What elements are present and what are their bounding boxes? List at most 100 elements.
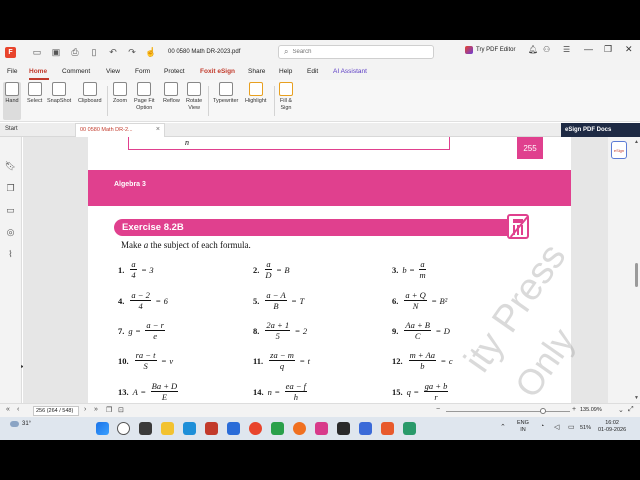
fit-page-icon[interactable]: ⊡ [118, 406, 124, 414]
weather-widget[interactable]: 31° [10, 421, 31, 427]
clock[interactable]: 16:02 01-09-2026 [598, 420, 626, 434]
menu-view[interactable]: View [106, 68, 120, 75]
app-pink-icon[interactable] [315, 422, 328, 435]
problem-number: 5. [253, 295, 260, 306]
input-language[interactable]: ENG IN [517, 420, 529, 434]
highlight-icon [248, 82, 263, 96]
page-number-field[interactable]: 256 (264 / 548) [33, 406, 79, 416]
menu-ai-assistant[interactable]: AI Assistant [333, 68, 367, 75]
volume-icon[interactable]: ◁ [554, 423, 559, 431]
account-icon[interactable]: ⚇ [543, 45, 550, 54]
save-icon[interactable]: ▣ [49, 45, 63, 59]
menu-file[interactable]: File [7, 68, 17, 75]
clipboard-icon [82, 82, 97, 96]
open-folder-icon[interactable]: ▭ [30, 45, 44, 59]
fullscreen-icon[interactable]: ⤢ [628, 406, 634, 414]
first-page-icon[interactable]: « [6, 406, 10, 413]
instruction-text: Make a the subject of each formula. [121, 240, 251, 250]
tray-overflow-icon[interactable]: ⌃ [500, 423, 506, 431]
app-green-icon[interactable] [271, 422, 284, 435]
zoom-slider-track[interactable] [446, 411, 570, 412]
zoom-slider-knob[interactable] [540, 408, 546, 414]
minimize-button[interactable]: — [584, 44, 593, 54]
undo-icon[interactable]: ↶ [106, 45, 120, 59]
close-button[interactable]: ✕ [625, 44, 633, 55]
problem-number: 7. [118, 325, 125, 336]
bell-icon[interactable]: 🔔︎ [528, 45, 538, 54]
fraction: am [419, 259, 426, 280]
close-tab-icon[interactable]: × [156, 126, 160, 133]
bookmark-icon[interactable]: 🔖︎ [5, 161, 16, 172]
zoom-in-icon[interactable]: + [572, 406, 576, 413]
snapshot-button[interactable]: SnapShot [47, 82, 71, 105]
app-blue-icon[interactable] [227, 422, 240, 435]
start-button[interactable] [96, 422, 109, 435]
prev-page-icon[interactable]: ‹ [17, 406, 19, 413]
pages-icon[interactable]: ❐ [5, 183, 16, 194]
menu-comment[interactable]: Comment [62, 68, 90, 75]
zoom-button[interactable]: Zoom [113, 82, 127, 105]
redo-icon[interactable]: ↷ [125, 45, 139, 59]
search-taskbar-icon[interactable] [117, 422, 130, 435]
task-view-icon[interactable] [139, 422, 152, 435]
document-viewport[interactable]: n 255 Algebra 3 Exercise 8.2B Make a the… [23, 137, 608, 403]
app-l-icon[interactable] [205, 422, 218, 435]
esign-banner[interactable]: eSign PDF Docs [561, 123, 640, 137]
highlight-button[interactable]: Highlight [245, 82, 266, 105]
chrome-icon[interactable] [249, 422, 262, 435]
copy-icon[interactable]: ❐ [106, 406, 112, 414]
clipboard-button[interactable]: Clipboard [78, 82, 102, 105]
wifi-icon[interactable]: ◔ [540, 423, 544, 430]
edge-icon[interactable] [183, 422, 196, 435]
new-doc-icon[interactable]: ▯ [87, 45, 101, 59]
menu-edit[interactable]: Edit [307, 68, 318, 75]
scroll-thumb[interactable] [635, 263, 638, 287]
menu-foxit-esign[interactable]: Foxit eSign [200, 68, 235, 75]
left-sidebar: 🔖︎ ❐ ▭ ◎ ⌇ ▸ [0, 137, 24, 403]
reflow-button[interactable]: Reflow [163, 82, 180, 105]
fill-sign-button[interactable]: Fill & Sign [279, 82, 293, 112]
zoom-out-icon[interactable]: − [436, 406, 440, 413]
vertical-scrollbar[interactable]: ▲ ▼ [633, 137, 640, 403]
attachment-icon[interactable]: ⌇ [5, 249, 16, 260]
hand-tool-icon[interactable]: ☝ [144, 45, 158, 59]
menu-home[interactable]: Home [29, 68, 47, 75]
start-tab[interactable]: Start [5, 126, 18, 132]
rotate-view-button[interactable]: Rotate View [186, 82, 202, 112]
page-fit-button[interactable]: Page Fit Option [134, 82, 154, 112]
zoom-dropdown-icon[interactable]: ⌄ [618, 406, 624, 414]
search-box[interactable]: ⌕ [278, 45, 434, 59]
menu-protect[interactable]: Protect [164, 68, 185, 75]
battery-icon[interactable]: ▭ [568, 423, 575, 431]
next-page-icon[interactable]: › [84, 406, 86, 413]
firefox-icon[interactable] [293, 422, 306, 435]
select-button[interactable]: Select [27, 82, 42, 105]
status-bar: « ‹ 256 (264 / 548) › » ❐ ⊡ − + 135.09% … [0, 403, 640, 417]
scroll-down-icon[interactable]: ▼ [634, 395, 639, 401]
typewriter-button[interactable]: Typewriter [213, 82, 238, 105]
scroll-up-icon[interactable]: ▲ [634, 139, 639, 145]
esign-panel-icon[interactable]: eSign [611, 141, 627, 159]
last-page-icon[interactable]: » [94, 406, 98, 413]
fraction: ga + br [423, 381, 449, 402]
print-icon[interactable]: ⎙ [68, 45, 82, 59]
foxit-taskbar-icon[interactable] [381, 422, 394, 435]
hand-button[interactable]: Hand [3, 82, 21, 120]
search-input[interactable] [292, 49, 423, 55]
comments-icon[interactable]: ▭ [5, 205, 16, 216]
menu-share[interactable]: Share [248, 68, 265, 75]
restore-button[interactable]: ❐ [604, 44, 612, 55]
previous-content-text: n [185, 138, 189, 147]
app-word-icon[interactable] [359, 422, 372, 435]
menu-form[interactable]: Form [135, 68, 150, 75]
document-tab[interactable]: 00 0580 Math DR-2... × [75, 123, 165, 137]
file-explorer-icon[interactable] [161, 422, 174, 435]
app-dark-icon[interactable] [337, 422, 350, 435]
layers-icon[interactable]: ◎ [5, 227, 16, 238]
try-pdf-editor-button[interactable]: Try PDF Editor [465, 46, 515, 54]
more-icon[interactable]: ☰ [563, 45, 570, 54]
fraction: aD [265, 259, 272, 280]
zoom-level[interactable]: 135.09% [580, 407, 602, 413]
menu-help[interactable]: Help [279, 68, 292, 75]
app-teal-icon[interactable] [403, 422, 416, 435]
